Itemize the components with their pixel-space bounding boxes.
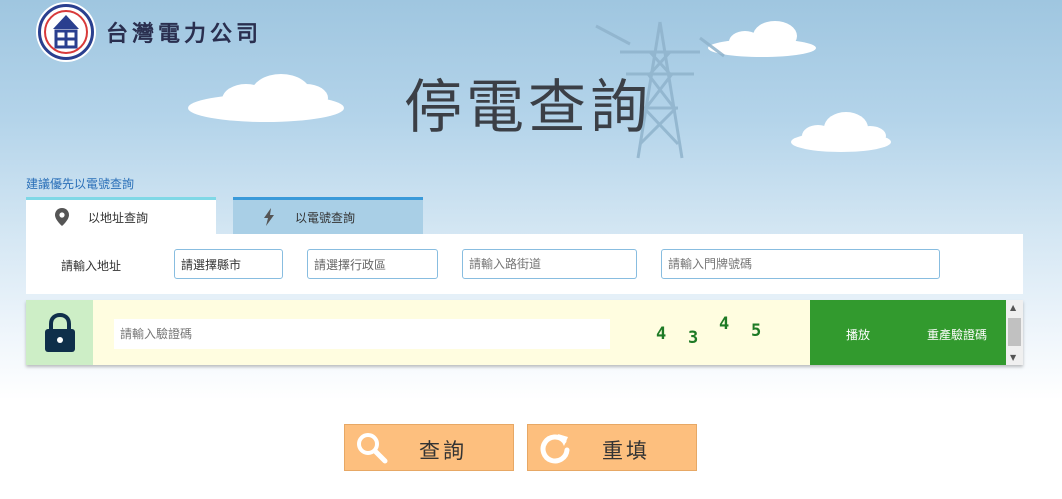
taipower-seal-icon (38, 4, 94, 60)
reset-button[interactable]: 重填 (527, 424, 697, 471)
county-select[interactable]: 請選擇縣市 (174, 249, 283, 279)
scroll-thumb[interactable] (1008, 318, 1021, 346)
captcha-digit: 3 (688, 328, 699, 348)
play-audio-button[interactable]: 播放 (846, 326, 870, 343)
lightning-icon (261, 208, 277, 226)
road-input[interactable] (462, 249, 637, 279)
address-panel: 請輸入地址 請選擇縣市 請選擇行政區 (26, 234, 1023, 294)
query-button[interactable]: 查詢 (344, 424, 514, 471)
query-button-label: 查詢 (419, 439, 467, 463)
tab-label: 以地址查詢 (88, 210, 149, 225)
company-name: 台灣電力公司 (106, 21, 263, 47)
captcha-scrollbar[interactable]: ▲ ▼ (1006, 300, 1023, 365)
regenerate-captcha-button[interactable]: 重產驗證碼 (927, 326, 987, 343)
scroll-up-icon[interactable]: ▲ (1010, 303, 1016, 312)
query-tabs: 以地址查詢 以電號查詢 (26, 197, 423, 234)
refresh-icon (540, 434, 570, 464)
county-select-value: 請選擇縣市 (181, 257, 242, 272)
cloud-decoration (791, 112, 891, 152)
captcha-digit: 4 (719, 314, 730, 334)
map-pin-icon (54, 208, 70, 226)
lock-icon-box (26, 300, 93, 365)
company-logo[interactable]: 台灣電力公司 (38, 4, 262, 60)
search-icon (357, 433, 388, 464)
captcha-actions: 播放 重產驗證碼 (810, 300, 1006, 365)
reset-button-label: 重填 (602, 439, 650, 463)
address-label: 請輸入地址 (61, 259, 122, 273)
district-select-value: 請選擇行政區 (314, 257, 387, 272)
scroll-down-icon[interactable]: ▼ (1010, 353, 1016, 362)
query-hint: 建議優先以電號查詢 (26, 177, 135, 191)
tab-meter-number-query[interactable]: 以電號查詢 (233, 197, 423, 234)
house-number-input[interactable] (661, 249, 940, 279)
cloud-decoration (188, 74, 344, 122)
captcha-input[interactable] (114, 319, 610, 349)
lock-icon (44, 312, 75, 352)
captcha-row: 4 3 4 5 播放 重產驗證碼 ▲ ▼ (26, 300, 1023, 365)
tab-address-query[interactable]: 以地址查詢 (26, 197, 216, 234)
captcha-digit: 4 (656, 324, 667, 344)
district-select[interactable]: 請選擇行政區 (307, 249, 438, 279)
tab-label: 以電號查詢 (295, 210, 356, 225)
page-title: 停電查詢 (404, 73, 653, 141)
captcha-digit: 5 (751, 321, 762, 341)
